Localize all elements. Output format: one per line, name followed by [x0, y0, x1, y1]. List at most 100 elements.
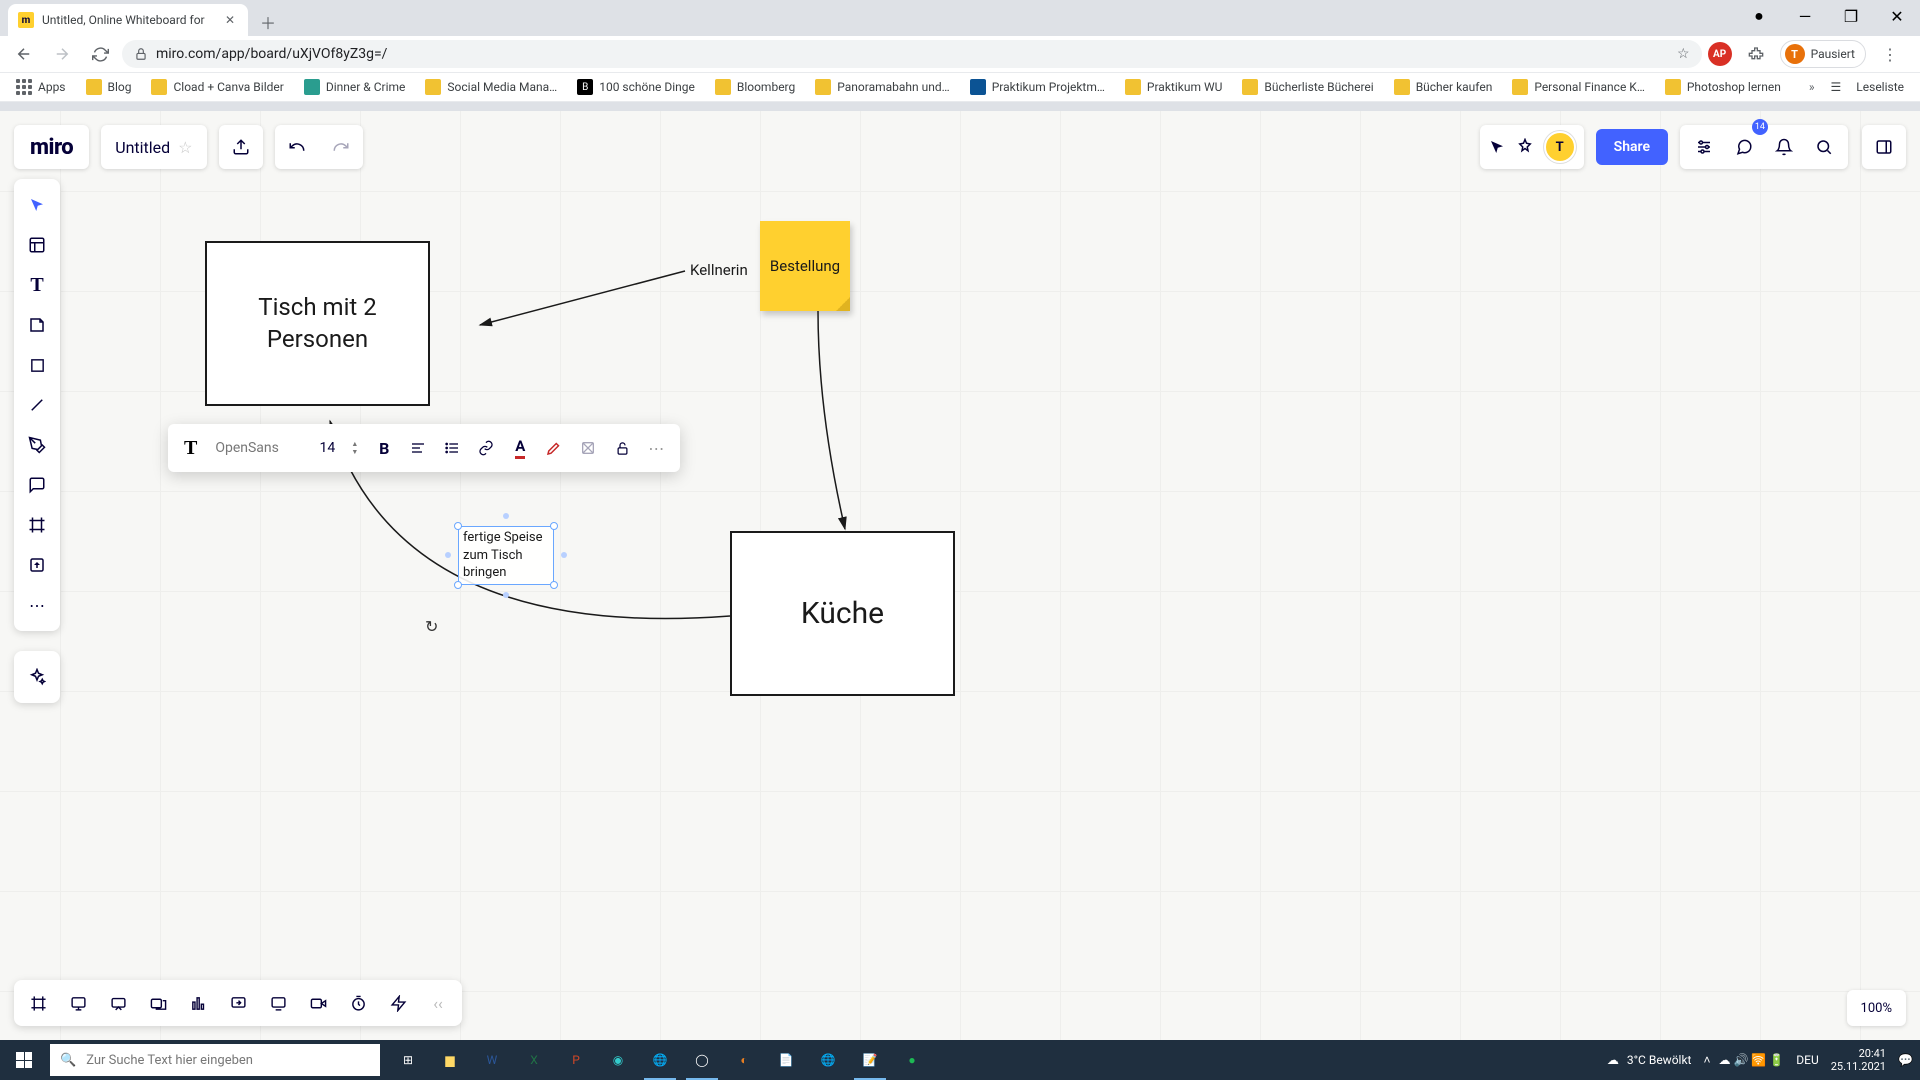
templates-tool[interactable]	[14, 225, 60, 265]
more-tools-icon[interactable]: ⋯	[14, 585, 60, 625]
notepad-icon[interactable]: 📝	[850, 1040, 890, 1080]
obs-icon[interactable]: ◯	[682, 1040, 722, 1080]
present-icon[interactable]	[58, 984, 98, 1022]
vote-icon[interactable]	[178, 984, 218, 1022]
resize-handle[interactable]	[454, 581, 462, 589]
align-button[interactable]	[402, 432, 434, 464]
close-icon[interactable]: ✕	[222, 12, 238, 28]
extensions-icon[interactable]	[1740, 38, 1772, 70]
edge-icon[interactable]: 🌐	[808, 1040, 848, 1080]
bell-icon[interactable]	[1766, 125, 1802, 169]
select-tool[interactable]	[14, 185, 60, 225]
powerpoint-icon[interactable]: P	[556, 1040, 596, 1080]
side-handle[interactable]	[445, 552, 451, 558]
star-icon[interactable]: ☆	[178, 138, 192, 157]
maximize-button[interactable]: ❐	[1828, 0, 1874, 32]
bookmark-item[interactable]: Dinner & Crime	[296, 75, 414, 99]
text-tool[interactable]: T	[14, 265, 60, 305]
undo-button[interactable]	[275, 125, 319, 169]
side-handle[interactable]	[561, 552, 567, 558]
frames-icon[interactable]	[18, 984, 58, 1022]
bookmark-item[interactable]: Bücherliste Bücherei	[1234, 75, 1381, 99]
highlight-button[interactable]	[538, 432, 570, 464]
tray-icons[interactable]: ˄ ☁ 🔊 🛜 🔋	[1703, 1053, 1784, 1067]
timer-icon[interactable]	[338, 984, 378, 1022]
resize-handle[interactable]	[454, 522, 462, 530]
close-window-button[interactable]: ✕	[1874, 0, 1920, 32]
text-color-button[interactable]: A	[504, 432, 536, 464]
profile-chip[interactable]: T Pausiert	[1780, 40, 1866, 68]
more-icon[interactable]: ⋯	[640, 432, 672, 464]
line-tool[interactable]	[14, 385, 60, 425]
account-dot-icon[interactable]: ●	[1736, 0, 1782, 32]
redo-button[interactable]	[319, 125, 363, 169]
share-screen-icon[interactable]	[218, 984, 258, 1022]
shape-kueche[interactable]: Küche	[730, 531, 955, 696]
lock-button[interactable]	[606, 432, 638, 464]
clock[interactable]: 20:41 25.11.2021	[1831, 1047, 1886, 1073]
list-button[interactable]	[436, 432, 468, 464]
reactions-icon[interactable]	[1516, 125, 1534, 169]
bookmark-item[interactable]: Photoshop lernen	[1657, 75, 1789, 99]
bookmark-item[interactable]: Bücher kaufen	[1386, 75, 1501, 99]
excel-icon[interactable]: X	[514, 1040, 554, 1080]
side-handle[interactable]	[503, 513, 509, 519]
explorer-icon[interactable]: ▆	[430, 1040, 470, 1080]
bookmark-item[interactable]: Blog	[78, 75, 140, 99]
bookmark-item[interactable]: Cload + Canva Bilder	[143, 75, 291, 99]
size-down-icon[interactable]: ▼	[351, 449, 358, 456]
bookmark-overflow-icon[interactable]: »	[1805, 76, 1819, 98]
input-lang[interactable]: DEU	[1796, 1053, 1818, 1067]
bookmark-item[interactable]: B100 schöne Dinge	[569, 75, 703, 99]
chevron-up-icon[interactable]: ˄	[1703, 1053, 1710, 1067]
canvas[interactable]: Tisch mit 2 Personen Küche Bestellung Ke…	[0, 111, 1920, 1040]
reload-button[interactable]	[84, 38, 116, 70]
bookmark-item[interactable]: Personal Finance K…	[1504, 75, 1653, 99]
notification-icon[interactable]: 💬	[1898, 1053, 1912, 1067]
bold-button[interactable]: B	[368, 432, 400, 464]
selected-text-box[interactable]: fertige Speise zum Tisch bringen	[458, 526, 554, 585]
export-button[interactable]	[219, 125, 263, 169]
activity-icon[interactable]	[378, 984, 418, 1022]
bookmark-item[interactable]: Social Media Mana…	[417, 75, 565, 99]
logo-pill[interactable]: miro	[14, 125, 89, 169]
share-button[interactable]: Share	[1596, 129, 1668, 165]
edge-icon[interactable]: ◉	[598, 1040, 638, 1080]
shape-tisch[interactable]: Tisch mit 2 Personen	[205, 241, 430, 406]
chrome-menu-icon[interactable]: ⋮	[1874, 38, 1906, 70]
settings-icon[interactable]	[1686, 125, 1722, 169]
weather-widget[interactable]: ☁ 3°C Bewölkt	[1607, 1053, 1692, 1067]
video-icon[interactable]	[298, 984, 338, 1022]
word-icon[interactable]: W	[472, 1040, 512, 1080]
spotify-icon[interactable]: ●	[892, 1040, 932, 1080]
bookmark-item[interactable]: Praktikum WU	[1117, 75, 1230, 99]
screen-icon[interactable]	[258, 984, 298, 1022]
sparkle-icon[interactable]	[14, 657, 60, 697]
font-size-input[interactable]: 14	[313, 440, 341, 456]
new-tab-button[interactable]: ＋	[254, 8, 282, 36]
minimize-button[interactable]: ―	[1782, 0, 1828, 32]
back-button[interactable]	[8, 38, 40, 70]
apps-shortcut[interactable]: Apps	[8, 75, 74, 99]
sticky-tool[interactable]	[14, 305, 60, 345]
task-view-icon[interactable]: ⊞	[388, 1040, 428, 1080]
search-icon[interactable]	[1806, 125, 1842, 169]
chat-icon[interactable]	[98, 984, 138, 1022]
shape-tool[interactable]	[14, 345, 60, 385]
start-button[interactable]	[0, 1040, 48, 1080]
forward-button[interactable]	[46, 38, 78, 70]
collapse-icon[interactable]: ‹‹	[418, 984, 458, 1022]
extension-abp-icon[interactable]: AP	[1708, 42, 1732, 66]
panel-toggle[interactable]	[1862, 125, 1906, 169]
user-avatar[interactable]: T	[1544, 131, 1576, 163]
comment-tool[interactable]	[14, 465, 60, 505]
board-name[interactable]: Untitled ☆	[101, 125, 206, 169]
font-family-select[interactable]: OpenSans	[215, 440, 295, 456]
text-type-icon[interactable]: T	[184, 437, 197, 460]
comments-icon[interactable]: 14	[1726, 125, 1762, 169]
rotate-handle[interactable]: ↻	[425, 617, 438, 636]
chrome-icon[interactable]: 🌐	[640, 1040, 680, 1080]
label-kellnerin[interactable]: Kellnerin	[690, 261, 748, 279]
upload-tool[interactable]	[14, 545, 60, 585]
resize-handle[interactable]	[550, 522, 558, 530]
